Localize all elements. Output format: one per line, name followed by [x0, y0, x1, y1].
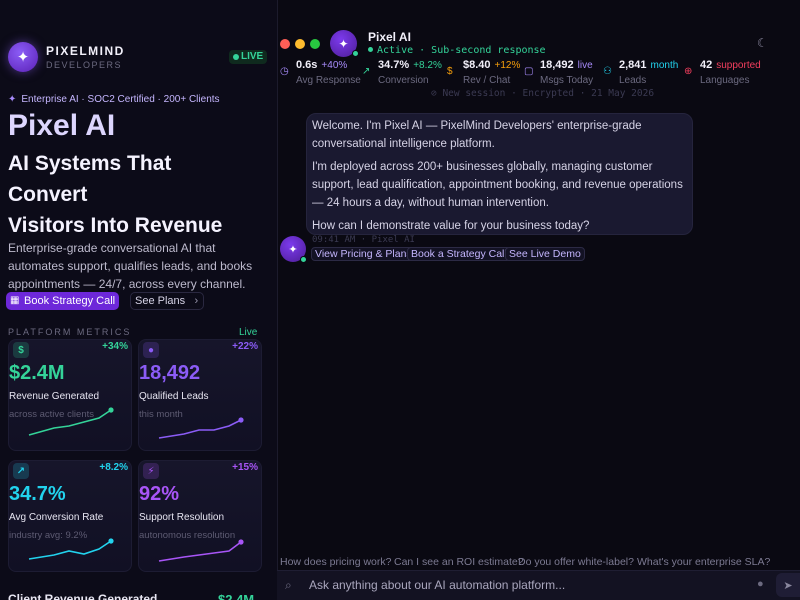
window-close-dot[interactable]	[280, 39, 290, 49]
suggestion-chip[interactable]: Can I see an ROI estimate?	[394, 555, 524, 569]
send-icon: ➤	[783, 579, 793, 592]
stat-label: Leads	[619, 75, 647, 86]
agent-avatar: ✦	[330, 30, 359, 57]
quick-reply-strategy-call[interactable]: Book a Strategy Call	[407, 247, 511, 261]
metrics-heading: PLATFORM METRICS	[8, 327, 132, 337]
hero-title: Pixel AI	[8, 109, 116, 142]
metric-card: ● +22% 18,492 Qualified Leads this month	[138, 339, 262, 451]
clock-icon: ◷	[280, 66, 289, 77]
suggestion-chip[interactable]: Do you offer white-label?	[518, 555, 634, 569]
stat-value: 0.6s +40%	[296, 59, 348, 71]
globe-icon: ⊕	[684, 66, 693, 77]
stat-delta: +12%	[494, 60, 521, 71]
send-button[interactable]: ➤	[776, 573, 800, 597]
stat-label: Msgs Today	[540, 75, 594, 86]
live-badge: LIVE	[229, 50, 268, 64]
agent-name: Pixel AI	[368, 30, 411, 44]
stat-label: Languages	[700, 75, 750, 86]
trend-icon: ↗	[362, 66, 371, 77]
agent-status: Active · Sub-second response	[368, 45, 546, 56]
sparkle-icon: ✦	[8, 93, 17, 105]
brand-logo-icon: ✦	[8, 42, 38, 72]
agent-logo-icon: ✦	[338, 36, 349, 51]
client-revenue-value: $2.4M	[218, 592, 255, 600]
sparkline-endpoint	[238, 539, 244, 545]
left-panel: ✦ PIXELMIND DEVELOPERS LIVE ✦ Enterprise…	[0, 0, 277, 600]
metric-card: $ +34% $2.4M Revenue Generated across active…	[8, 339, 132, 451]
sparkline	[158, 419, 242, 439]
brand-subtitle: DEVELOPERS	[46, 60, 123, 70]
composer: ⌕ Ask anything about our AI automation p…	[277, 570, 800, 600]
see-plans-button[interactable]: See Plans ›	[130, 292, 205, 310]
sparkline-chart	[158, 417, 244, 439]
metrics-live-indicator: Live	[239, 327, 258, 338]
sparkline	[28, 540, 112, 560]
hero-subtitle: AI Systems That Convert Visitors Into Re…	[8, 148, 270, 241]
suggestion-chip[interactable]: How does pricing work?	[280, 555, 391, 569]
suggestion-chip[interactable]: What's your enterprise SLA?	[637, 555, 770, 569]
hero-subtitle-line: Visitors Into Revenue	[8, 214, 223, 237]
theme-toggle-icon[interactable]: ☾	[757, 36, 768, 50]
metric-card: ⚡ +15% 92% Support Resolution autonomous res…	[138, 460, 262, 572]
stat-value: 18,492 live	[540, 59, 593, 71]
agent-logo-icon: ✦	[288, 243, 298, 256]
stat-label: Conversion	[378, 75, 429, 86]
sparkline-endpoint	[108, 407, 114, 413]
users-icon: ⚇	[603, 66, 612, 77]
hero-subtitle-line: AI Systems That	[8, 152, 172, 175]
online-indicator	[300, 256, 307, 263]
dollar-icon: $	[447, 66, 453, 77]
stat-delta: +40%	[321, 60, 348, 71]
hero-description: Enterprise-grade conversational AI that …	[8, 241, 253, 291]
stat-value: 42 supported	[700, 59, 761, 71]
online-indicator	[352, 50, 359, 57]
sparkline	[28, 409, 112, 436]
paperclip-icon[interactable]: ⌕	[285, 578, 292, 593]
chat-input[interactable]: Ask anything about our AI automation pla…	[309, 578, 565, 592]
sparkline-endpoint	[238, 417, 244, 423]
tagline-text: Enterprise AI · SOC2 Certified · 200+ Cl…	[21, 93, 220, 105]
sparkline-chart	[28, 538, 114, 560]
brand[interactable]: ✦ PIXELMIND DEVELOPERS	[8, 42, 125, 72]
stat-value: $8.40 +12%	[463, 59, 521, 71]
window-minimize-dot[interactable]	[295, 39, 305, 49]
tagline-chip: ✦ Enterprise AI · SOC2 Certified · 200+ …	[8, 93, 220, 105]
message-paragraph: I'm deployed across 200+ businesses glob…	[312, 161, 683, 209]
cta-secondary-label: See Plans	[135, 295, 186, 307]
sparkline-chart	[158, 539, 244, 562]
calendar-icon: ▦	[10, 295, 20, 306]
hero-subtitle-line: Convert	[8, 183, 88, 206]
client-revenue-label: Client Revenue Generated	[8, 592, 158, 600]
stat-delta: +8.2%	[413, 60, 442, 71]
quick-reply-pricing[interactable]: View Pricing & Plans	[311, 247, 416, 261]
microphone-icon[interactable]: ●	[757, 578, 764, 590]
sparkline-endpoint	[108, 538, 114, 544]
chevron-right-icon: ›	[194, 295, 199, 307]
stat-label: Avg Response	[296, 75, 361, 86]
chat-panel: ✦ Pixel AI Active · Sub-second response …	[277, 0, 800, 600]
window-maximize-dot[interactable]	[310, 39, 320, 49]
book-strategy-call-button[interactable]: ▦ Book Strategy Call	[6, 292, 120, 310]
message-avatar: ✦	[280, 236, 307, 263]
stat-label: Rev / Chat	[463, 75, 511, 86]
stat-value: 2,841 month	[619, 59, 679, 71]
stats-bar: ◷ 0.6s +40% Avg Response ↗ 34.7% +8.2% Conversi…	[277, 59, 800, 89]
quick-reply-live-demo[interactable]: See Live Demo	[505, 247, 585, 261]
message-timestamp: 09:41 AM · Pixel AI	[312, 235, 415, 245]
brand-name: PIXELMIND	[46, 44, 125, 58]
message-paragraph: Welcome. I'm Pixel AI — PixelMind Develo…	[312, 120, 642, 150]
message-icon: ▢	[524, 66, 534, 77]
assistant-message: Welcome. I'm Pixel AI — PixelMind Develo…	[306, 113, 693, 235]
session-info: ⊘ New session · Encrypted · 21 May 2026	[431, 88, 655, 99]
sparkline	[158, 541, 242, 562]
stat-value: 34.7% +8.2%	[378, 59, 442, 71]
sparkline-chart	[28, 407, 114, 436]
cta-primary-label: Book Strategy Call	[24, 295, 116, 307]
stat-delta: supported	[716, 60, 761, 71]
message-paragraph: How can I demonstrate value for your bus…	[312, 220, 590, 232]
stat-delta: live	[577, 60, 593, 71]
metric-card: ↗ +8.2% 34.7% Avg Conversion Rate industry a…	[8, 460, 132, 572]
stat-delta: month	[650, 60, 679, 71]
